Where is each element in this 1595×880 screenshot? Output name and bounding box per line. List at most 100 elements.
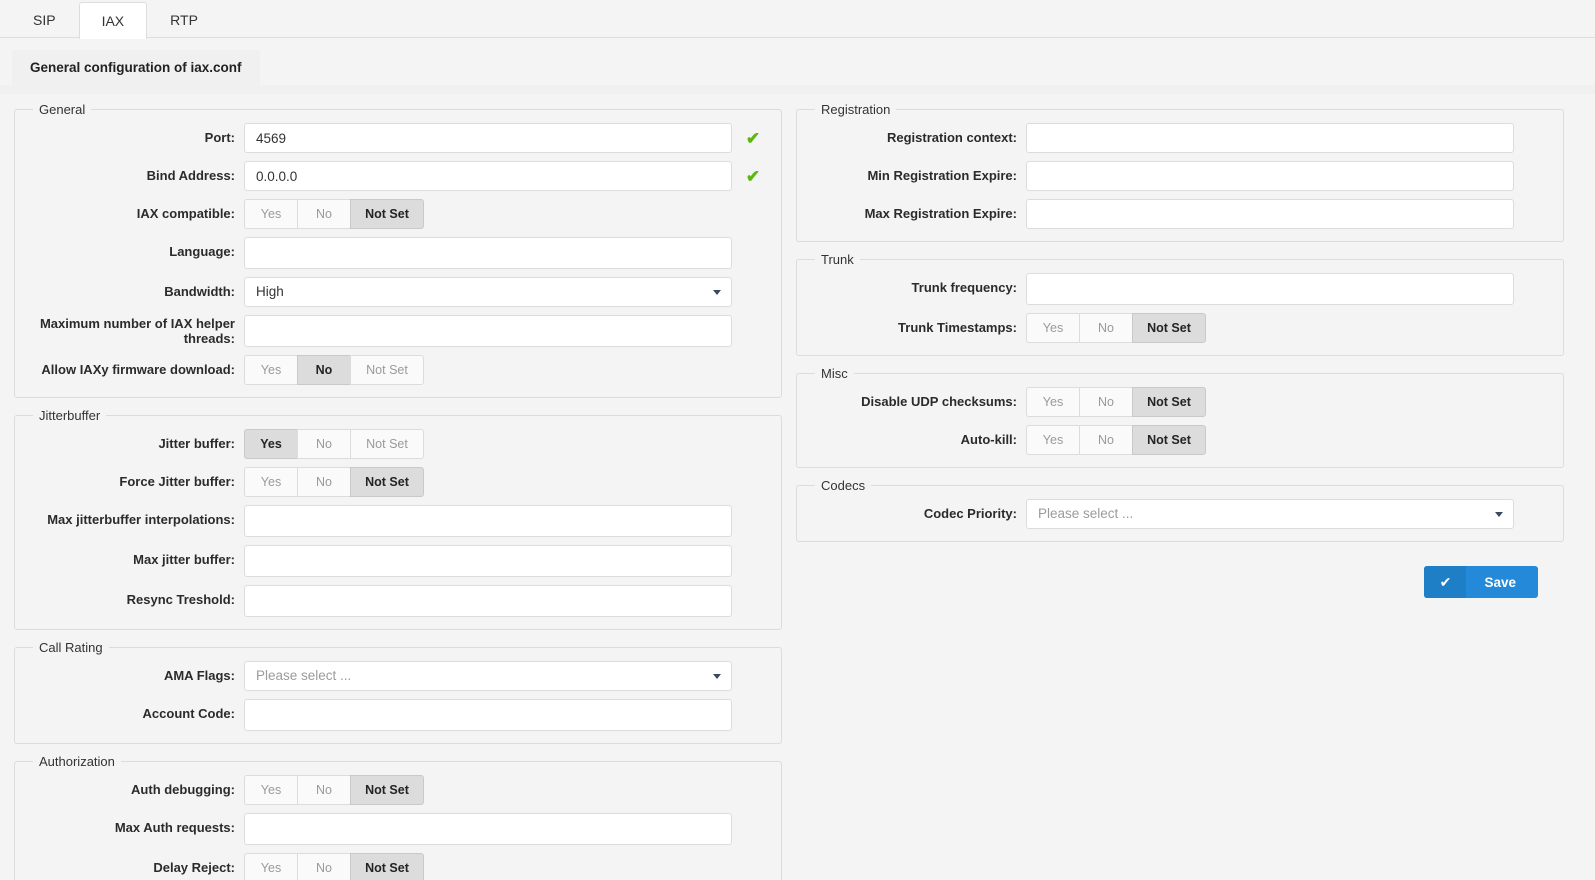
legend-codecs: Codecs <box>821 478 866 493</box>
auth-debugging-yes[interactable]: Yes <box>244 775 297 805</box>
field-allow-iaxy-firmware: Allow IAXy firmware download: Yes No Not… <box>29 355 767 385</box>
iax-compatible-no[interactable]: No <box>297 199 350 229</box>
auth-debugging-not-set[interactable]: Not Set <box>350 775 424 805</box>
fieldset-general: General Port: ✔ Bind Address: ✔ IAX comp… <box>14 102 782 398</box>
field-codec-priority: Codec Priority: Please select ... <box>811 499 1549 529</box>
label-bandwidth: Bandwidth: <box>164 284 235 299</box>
max-jitter-buffer-input[interactable] <box>244 545 732 577</box>
tab-bar: SIP IAX RTP <box>0 0 1595 39</box>
force-jitter-buffer-toggle-group: Yes No Not Set <box>244 467 424 497</box>
field-account-code: Account Code: <box>29 699 767 731</box>
delay-reject-no[interactable]: No <box>297 853 350 880</box>
field-max-registration-expire: Max Registration Expire: <box>811 199 1549 229</box>
panel-title: General configuration of iax.conf <box>12 50 260 85</box>
field-bandwidth: Bandwidth: High <box>29 277 767 307</box>
field-resync-threshold: Resync Treshold: <box>29 585 767 617</box>
tab-iax[interactable]: IAX <box>78 2 148 39</box>
registration-context-input[interactable] <box>1026 123 1514 153</box>
field-max-jitter-buffer: Max jitter buffer: <box>29 545 767 577</box>
jitter-buffer-no[interactable]: No <box>297 429 350 459</box>
left-column: General Port: ✔ Bind Address: ✔ IAX comp… <box>14 102 782 880</box>
save-button-label: Save <box>1484 574 1516 590</box>
tab-rtp[interactable]: RTP <box>147 1 221 38</box>
max-registration-expire-input[interactable] <box>1026 199 1514 229</box>
label-trunk-timestamps: Trunk Timestamps: <box>898 320 1017 335</box>
trunk-timestamps-no[interactable]: No <box>1079 313 1132 343</box>
disable-udp-checksums-yes[interactable]: Yes <box>1026 387 1079 417</box>
auto-kill-no[interactable]: No <box>1079 425 1132 455</box>
field-language: Language: <box>29 237 767 269</box>
label-registration-context: Registration context: <box>886 130 1017 145</box>
allow-iaxy-firmware-no[interactable]: No <box>297 355 350 385</box>
label-delay-reject: Delay Reject: <box>153 860 235 875</box>
panel-header-underline <box>0 85 1595 94</box>
fieldset-codecs: Codecs Codec Priority: Please select ... <box>796 478 1564 542</box>
field-min-registration-expire: Min Registration Expire: <box>811 161 1549 191</box>
fieldset-call-rating: Call Rating AMA Flags: Please select ...… <box>14 640 782 744</box>
jitter-buffer-yes[interactable]: Yes <box>244 429 297 459</box>
jitter-buffer-not-set[interactable]: Not Set <box>350 429 424 459</box>
tab-list: SIP IAX RTP <box>10 0 1595 39</box>
chevron-down-icon <box>713 674 721 679</box>
save-button-area: ✔ Save <box>796 552 1564 598</box>
port-input[interactable] <box>244 123 732 153</box>
iax-compatible-yes[interactable]: Yes <box>244 199 297 229</box>
resync-threshold-input[interactable] <box>244 585 732 617</box>
iax-compatible-not-set[interactable]: Not Set <box>350 199 424 229</box>
min-registration-expire-input[interactable] <box>1026 161 1514 191</box>
bind-address-input[interactable] <box>244 161 732 191</box>
disable-udp-checksums-not-set[interactable]: Not Set <box>1132 387 1206 417</box>
auto-kill-yes[interactable]: Yes <box>1026 425 1079 455</box>
auto-kill-toggle-group: Yes No Not Set <box>1026 425 1206 455</box>
field-port: Port: ✔ <box>29 123 767 153</box>
trunk-timestamps-yes[interactable]: Yes <box>1026 313 1079 343</box>
codec-priority-value: Please select ... <box>1038 506 1134 521</box>
max-interpolations-input[interactable] <box>244 505 732 537</box>
delay-reject-yes[interactable]: Yes <box>244 853 297 880</box>
auth-debugging-no[interactable]: No <box>297 775 350 805</box>
trunk-frequency-input[interactable] <box>1026 273 1514 305</box>
auth-debugging-toggle-group: Yes No Not Set <box>244 775 424 805</box>
codec-priority-select[interactable]: Please select ... <box>1026 499 1514 529</box>
form-content: General Port: ✔ Bind Address: ✔ IAX comp… <box>0 94 1595 880</box>
fieldset-registration: Registration Registration context: Min R… <box>796 102 1564 242</box>
legend-jitterbuffer: Jitterbuffer <box>39 408 101 423</box>
max-auth-requests-input[interactable] <box>244 813 732 845</box>
bandwidth-select[interactable]: High <box>244 277 732 307</box>
field-trunk-frequency: Trunk frequency: <box>811 273 1549 305</box>
save-button[interactable]: ✔ Save <box>1424 566 1538 598</box>
delay-reject-not-set[interactable]: Not Set <box>350 853 424 880</box>
label-auto-kill: Auto-kill: <box>960 432 1017 447</box>
label-max-registration-expire: Max Registration Expire: <box>864 206 1017 221</box>
auto-kill-not-set[interactable]: Not Set <box>1132 425 1206 455</box>
max-helper-threads-input[interactable] <box>244 315 732 347</box>
legend-call-rating: Call Rating <box>39 640 103 655</box>
disable-udp-checksums-no[interactable]: No <box>1079 387 1132 417</box>
field-bind-address: Bind Address: ✔ <box>29 161 767 191</box>
allow-iaxy-firmware-yes[interactable]: Yes <box>244 355 297 385</box>
fieldset-trunk: Trunk Trunk frequency: Trunk Timestamps:… <box>796 252 1564 356</box>
ama-flags-select[interactable]: Please select ... <box>244 661 732 691</box>
bandwidth-value: High <box>256 284 284 299</box>
language-input[interactable] <box>244 237 732 269</box>
label-jitter-buffer: Jitter buffer: <box>158 436 235 451</box>
ama-flags-value: Please select ... <box>256 668 352 683</box>
account-code-input[interactable] <box>244 699 732 731</box>
allow-iaxy-firmware-not-set[interactable]: Not Set <box>350 355 424 385</box>
allow-iaxy-firmware-toggle-group: Yes No Not Set <box>244 355 424 385</box>
field-max-interpolations: Max jitterbuffer interpolations: <box>29 505 767 537</box>
tab-sip[interactable]: SIP <box>10 1 79 38</box>
label-codec-priority: Codec Priority: <box>923 506 1017 521</box>
field-disable-udp-checksums: Disable UDP checksums: Yes No Not Set <box>811 387 1549 417</box>
chevron-down-icon <box>1495 512 1503 517</box>
legend-general: General <box>39 102 86 117</box>
trunk-timestamps-not-set[interactable]: Not Set <box>1132 313 1206 343</box>
force-jitter-buffer-yes[interactable]: Yes <box>244 467 297 497</box>
field-auth-debugging: Auth debugging: Yes No Not Set <box>29 775 767 805</box>
bind-address-valid-check-icon: ✔ <box>745 166 761 186</box>
force-jitter-buffer-no[interactable]: No <box>297 467 350 497</box>
force-jitter-buffer-not-set[interactable]: Not Set <box>350 467 424 497</box>
fieldset-misc: Misc Disable UDP checksums: Yes No Not S… <box>796 366 1564 468</box>
right-column: Registration Registration context: Min R… <box>796 102 1564 598</box>
trunk-timestamps-toggle-group: Yes No Not Set <box>1026 313 1206 343</box>
